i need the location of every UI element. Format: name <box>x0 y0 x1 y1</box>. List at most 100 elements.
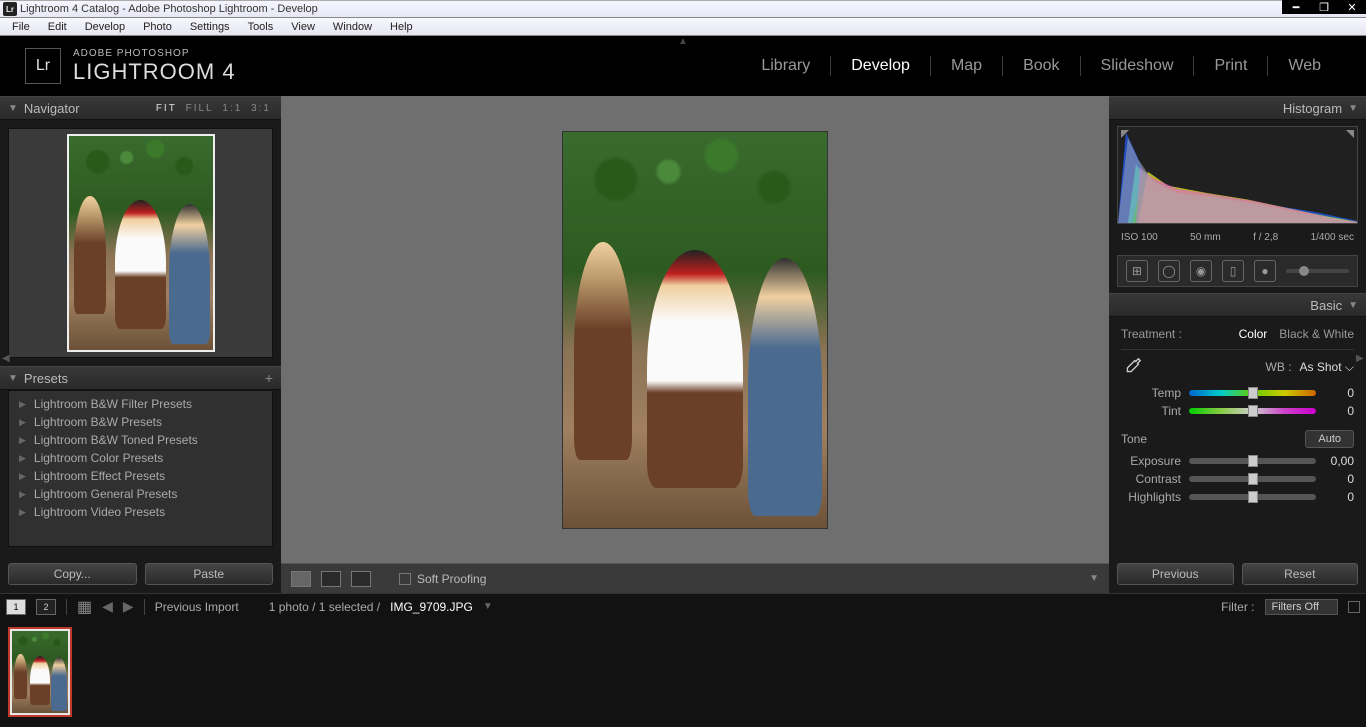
basic-header[interactable]: Basic ▼ <box>1109 293 1366 317</box>
auto-tone-button[interactable]: Auto <box>1305 430 1354 448</box>
temp-slider[interactable] <box>1189 390 1316 396</box>
compare-view-icon[interactable] <box>321 571 341 587</box>
treatment-bw[interactable]: Black & White <box>1279 327 1354 341</box>
crop-tool-icon[interactable]: ⊞ <box>1126 260 1148 282</box>
expand-icon: ▶ <box>19 489 26 500</box>
reset-button[interactable]: Reset <box>1242 563 1359 585</box>
module-book[interactable]: Book <box>1003 57 1079 75</box>
prev-photo-icon[interactable]: ◀ <box>102 598 113 615</box>
copy-button[interactable]: Copy... <box>8 563 137 585</box>
expand-icon: ▶ <box>19 471 26 482</box>
preset-folder[interactable]: ▶Lightroom B&W Toned Presets <box>9 431 272 449</box>
exif-aperture: f / 2,8 <box>1253 232 1278 243</box>
brush-tool-icon[interactable]: ● <box>1254 260 1276 282</box>
zoom-fill[interactable]: FILL <box>184 103 216 114</box>
shadow-clip-icon[interactable] <box>1121 130 1129 138</box>
navigator-header[interactable]: ▼ Navigator FIT FILL 1:1 3:1 <box>0 96 281 120</box>
left-panel: ▼ Navigator FIT FILL 1:1 3:1 ▼ Presets +… <box>0 96 281 593</box>
reference-view-icon[interactable] <box>351 571 371 587</box>
menu-photo[interactable]: Photo <box>134 21 181 33</box>
module-print[interactable]: Print <box>1194 57 1267 75</box>
preset-folder[interactable]: ▶Lightroom General Presets <box>9 485 272 503</box>
wb-select[interactable]: As Shot ⌵ <box>1300 360 1354 375</box>
expand-icon: ▶ <box>19 507 26 518</box>
menu-settings[interactable]: Settings <box>181 21 239 33</box>
add-preset-icon[interactable]: + <box>265 370 273 386</box>
zoom-fit[interactable]: FIT <box>154 103 179 114</box>
filmstrip[interactable] <box>0 619 1366 727</box>
module-slideshow[interactable]: Slideshow <box>1081 57 1194 75</box>
loupe-view-icon[interactable] <box>291 571 311 587</box>
collapse-icon: ▼ <box>8 103 18 114</box>
highlight-clip-icon[interactable] <box>1346 130 1354 138</box>
menu-file[interactable]: File <box>3 21 39 33</box>
previous-button[interactable]: Previous <box>1117 563 1234 585</box>
close-button[interactable]: ✕ <box>1338 0 1366 14</box>
paste-button[interactable]: Paste <box>145 563 274 585</box>
exposure-value[interactable]: 0,00 <box>1324 454 1354 468</box>
treatment-color[interactable]: Color <box>1239 327 1268 341</box>
canvas[interactable] <box>281 96 1109 563</box>
redeye-tool-icon[interactable]: ◉ <box>1190 260 1212 282</box>
primary-display-button[interactable]: 1 <box>6 599 26 615</box>
center-area: Soft Proofing ▼ <box>281 96 1109 593</box>
preset-folder[interactable]: ▶Lightroom B&W Filter Presets <box>9 395 272 413</box>
preset-folder[interactable]: ▶Lightroom B&W Presets <box>9 413 272 431</box>
presets-header[interactable]: ▼ Presets + <box>0 366 281 390</box>
soft-proofing-toggle[interactable]: Soft Proofing <box>399 572 486 586</box>
top-panel-toggle-icon[interactable]: ▲ <box>676 36 690 43</box>
menu-develop[interactable]: Develop <box>76 21 134 33</box>
grid-view-icon[interactable]: ▦ <box>77 597 92 617</box>
filmstrip-thumbnail[interactable] <box>8 627 72 717</box>
maximize-button[interactable]: ❐ <box>1310 0 1338 14</box>
module-library[interactable]: Library <box>741 57 830 75</box>
filename-dropdown-icon[interactable]: ▼ <box>483 601 493 612</box>
tool-strip: ⊞ ◯ ◉ ▯ ● <box>1117 255 1358 287</box>
right-panel-toggle-icon[interactable]: ▶ <box>1356 350 1364 366</box>
contrast-value[interactable]: 0 <box>1324 472 1354 486</box>
histogram-graph <box>1118 127 1357 223</box>
zoom-3to1[interactable]: 3:1 <box>249 103 273 114</box>
preset-folder[interactable]: ▶Lightroom Video Presets <box>9 503 272 521</box>
highlights-slider[interactable] <box>1189 494 1316 500</box>
gradient-tool-icon[interactable]: ▯ <box>1222 260 1244 282</box>
minimize-button[interactable]: ━ <box>1282 0 1310 14</box>
spot-tool-icon[interactable]: ◯ <box>1158 260 1180 282</box>
preset-folder[interactable]: ▶Lightroom Color Presets <box>9 449 272 467</box>
current-filename[interactable]: IMG_9709.JPG <box>390 600 473 614</box>
tint-value[interactable]: 0 <box>1324 404 1354 418</box>
basic-panel: Treatment : Color Black & White WB : As … <box>1109 317 1366 512</box>
presets-title: Presets <box>24 371 265 386</box>
menu-help[interactable]: Help <box>381 21 422 33</box>
zoom-1to1[interactable]: 1:1 <box>220 103 244 114</box>
left-panel-toggle-icon[interactable]: ◀ <box>2 350 10 366</box>
module-web[interactable]: Web <box>1268 57 1341 75</box>
menu-view[interactable]: View <box>282 21 324 33</box>
tool-size-slider[interactable] <box>1286 269 1349 273</box>
highlights-value[interactable]: 0 <box>1324 490 1354 504</box>
secondary-display-button[interactable]: 2 <box>36 599 56 615</box>
contrast-slider[interactable] <box>1189 476 1316 482</box>
exposure-slider[interactable] <box>1189 458 1316 464</box>
expand-icon: ▶ <box>19 453 26 464</box>
histogram[interactable] <box>1117 126 1358 224</box>
highlights-slider-row: Highlights 0 <box>1121 488 1354 506</box>
histogram-exif: ISO 100 50 mm f / 2,8 1/400 sec <box>1109 230 1366 249</box>
navigator-preview[interactable] <box>8 128 273 358</box>
preset-folder[interactable]: ▶Lightroom Effect Presets <box>9 467 272 485</box>
contrast-slider-row: Contrast 0 <box>1121 470 1354 488</box>
filter-select[interactable]: Filters Off <box>1265 599 1338 615</box>
toolbar-options-icon[interactable]: ▼ <box>1089 573 1099 584</box>
eyedropper-icon[interactable] <box>1121 356 1143 378</box>
temp-value[interactable]: 0 <box>1324 386 1354 400</box>
menu-edit[interactable]: Edit <box>39 21 76 33</box>
filter-lock-icon[interactable] <box>1348 601 1360 613</box>
menu-tools[interactable]: Tools <box>239 21 283 33</box>
source-label[interactable]: Previous Import <box>155 600 239 614</box>
next-photo-icon[interactable]: ▶ <box>123 598 134 615</box>
module-develop[interactable]: Develop <box>831 57 930 75</box>
module-map[interactable]: Map <box>931 57 1002 75</box>
histogram-header[interactable]: Histogram ▼ <box>1109 96 1366 120</box>
tint-slider[interactable] <box>1189 408 1316 414</box>
menu-window[interactable]: Window <box>324 21 381 33</box>
